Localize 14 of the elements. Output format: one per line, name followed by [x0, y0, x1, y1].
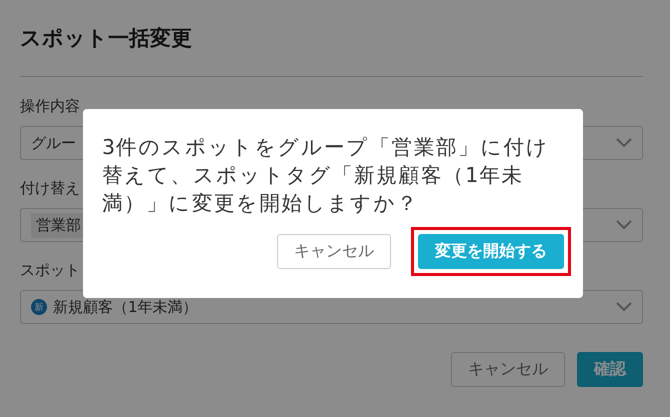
cancel-button[interactable]: キャンセル: [277, 234, 391, 269]
cancel-button[interactable]: キャンセル: [451, 352, 565, 387]
pin-badge: 新: [31, 299, 47, 315]
field-label: スポット: [20, 261, 80, 281]
confirm-button[interactable]: 確認: [577, 352, 643, 387]
chevron-down-icon: [616, 138, 632, 148]
start-button[interactable]: 変更を開始する: [418, 234, 564, 269]
tag-chip: 営業部: [31, 212, 86, 238]
field-label: 操作内容: [20, 97, 80, 117]
page-title: スポット一括変更: [20, 25, 193, 52]
dialog-message: 3件のスポットをグループ「営業部」に付け替えて、スポットタグ「新規顧客（1年未満）」に変更を開始しますか？: [102, 134, 550, 217]
chevron-down-icon: [616, 302, 632, 312]
chevron-down-icon: [616, 220, 632, 230]
field-label: 付け替え: [20, 179, 80, 199]
